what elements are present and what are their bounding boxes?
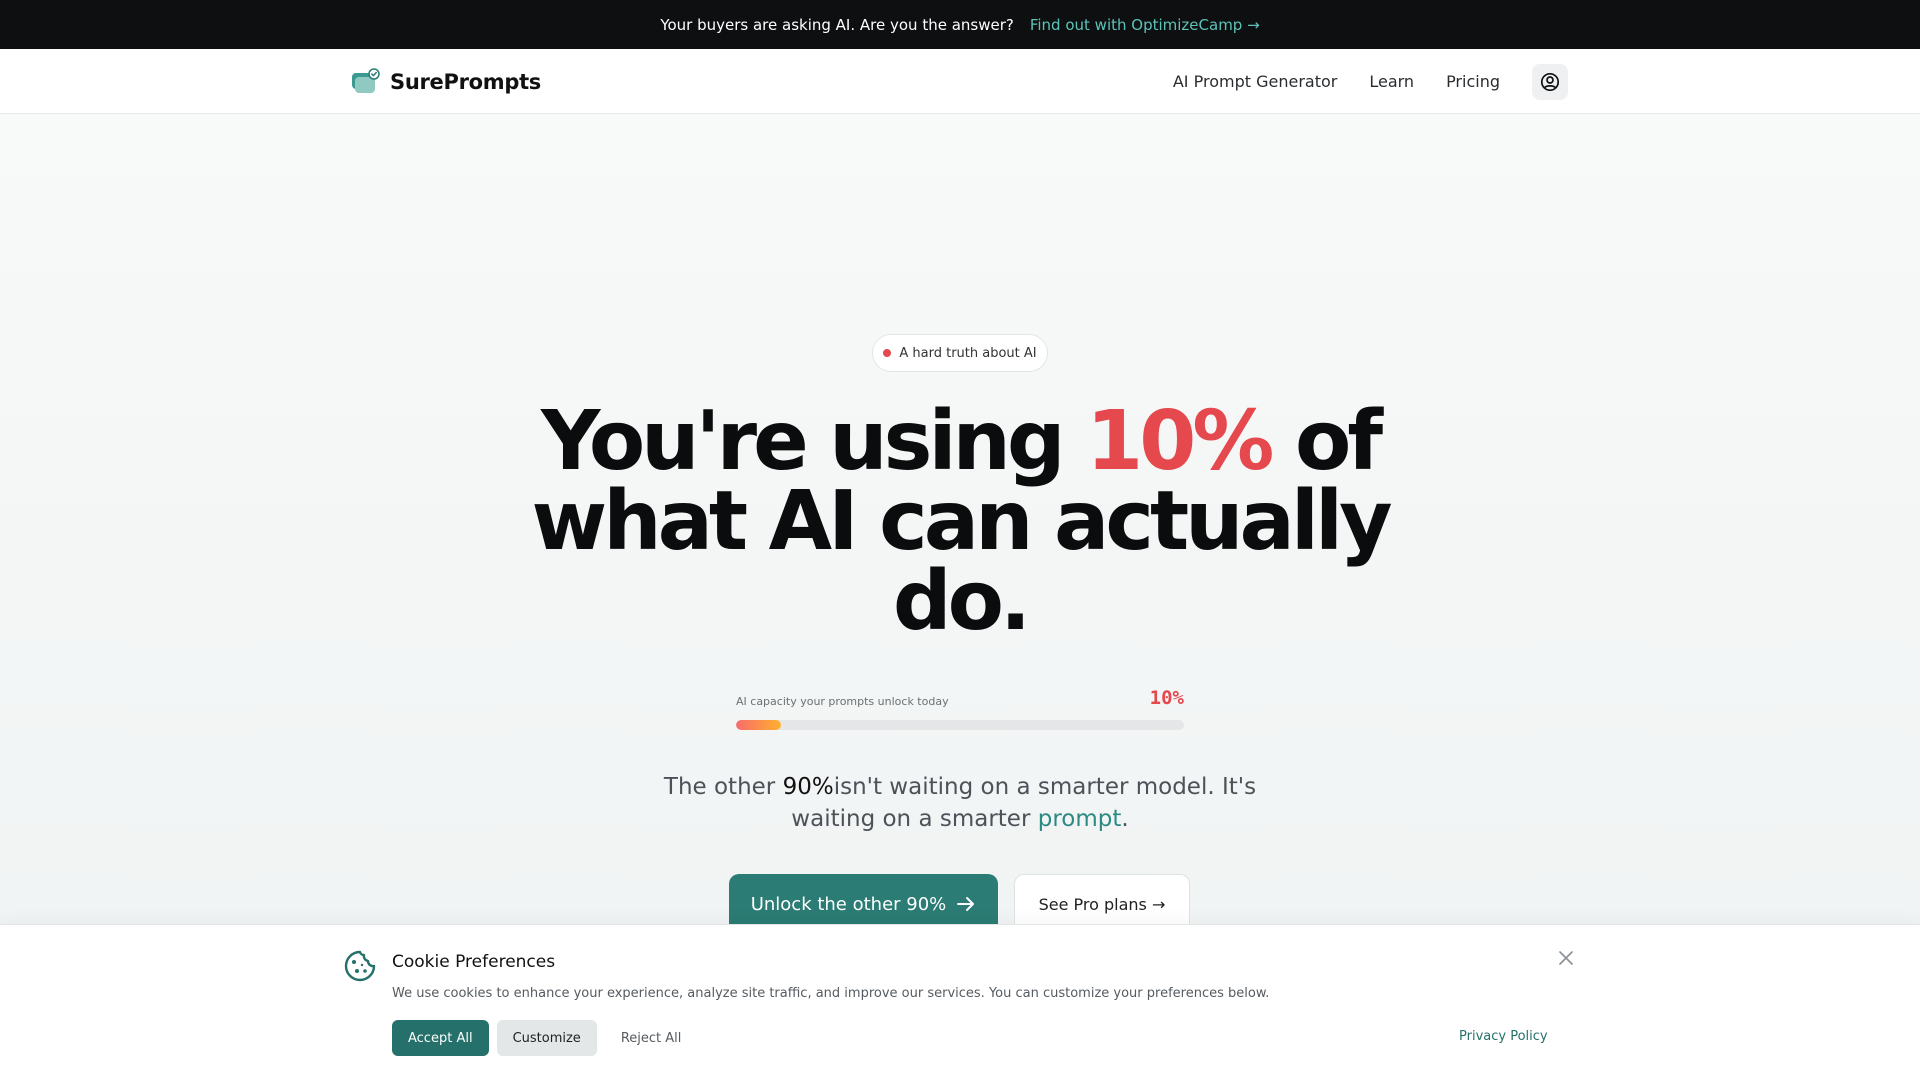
subcopy-accent: prompt xyxy=(1037,806,1122,832)
nav-link-pricing[interactable]: Pricing xyxy=(1446,72,1500,91)
hero-subcopy: The other 90%isn't waiting on a smarter … xyxy=(620,771,1300,835)
announcement-link[interactable]: Find out with OptimizeCamp → xyxy=(1030,16,1260,34)
nav-links: AI Prompt Generator Learn Pricing xyxy=(1173,63,1568,100)
account-button[interactable] xyxy=(1532,63,1568,100)
brand-name: SurePrompts xyxy=(390,69,542,94)
cookie-icon xyxy=(343,949,377,983)
capacity-meter: AI capacity your prompts unlock today 10… xyxy=(736,687,1184,731)
red-dot-icon xyxy=(883,349,892,357)
user-circle-icon xyxy=(1540,72,1560,91)
subcopy-part2: isn't waiting on a smarter model. It's w… xyxy=(791,774,1257,832)
cookie-banner xyxy=(0,924,1920,1080)
top-nav: SurePrompts AI Prompt Generator Learn Pr… xyxy=(0,49,1920,114)
nav-link-ai-prompt-generator[interactable]: AI Prompt Generator xyxy=(1173,72,1337,91)
subcopy-part3: . xyxy=(1121,806,1129,832)
meter-label: AI capacity your prompts unlock today xyxy=(736,695,949,708)
unlock-button-label: Unlock the other 90% xyxy=(750,893,947,915)
close-icon xyxy=(1559,951,1573,965)
brand-logo-icon xyxy=(350,67,380,97)
privacy-policy-link[interactable]: Privacy Policy xyxy=(1459,1029,1548,1044)
cookie-title: Cookie Preferences xyxy=(392,952,556,972)
reject-all-button[interactable]: Reject All xyxy=(605,1020,698,1056)
announcement-message: Your buyers are asking AI. Are you the a… xyxy=(660,15,1014,34)
cookie-actions: Accept All Customize Reject All xyxy=(392,1020,697,1056)
subcopy-part1: The other xyxy=(663,774,783,800)
announcement-bar: Your buyers are asking AI. Are you the a… xyxy=(0,0,1920,49)
meter-fill xyxy=(736,720,781,730)
meter-track xyxy=(736,720,1184,730)
brand[interactable]: SurePrompts xyxy=(350,67,541,97)
subcopy-strong: 90% xyxy=(782,774,834,800)
customize-button[interactable]: Customize xyxy=(496,1020,597,1056)
cookie-description: We use cookies to enhance your experienc… xyxy=(392,986,1270,1001)
hero-headline: You're using 10% of what AI can actually… xyxy=(480,401,1440,643)
accept-all-button[interactable]: Accept All xyxy=(392,1020,489,1056)
hero-pill-label: A hard truth about AI xyxy=(899,345,1037,361)
hero-pill: A hard truth about AI xyxy=(872,334,1048,372)
meter-value: 10% xyxy=(1149,687,1184,709)
close-button[interactable] xyxy=(1556,948,1576,968)
nav-link-learn[interactable]: Learn xyxy=(1369,72,1414,91)
arrow-right-icon xyxy=(957,897,975,911)
